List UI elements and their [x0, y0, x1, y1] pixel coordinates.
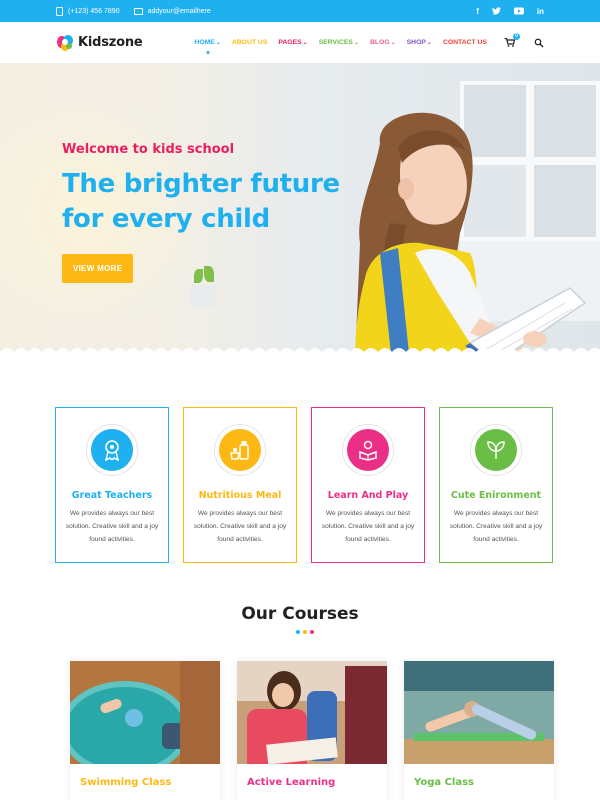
hero-title-line-2: for every child: [62, 204, 270, 234]
nav-home[interactable]: HOME⌄: [194, 39, 221, 54]
girl-reading-image: [355, 112, 587, 357]
hero-title: The brighter future for every child: [62, 167, 340, 237]
hero-text: Welcome to kids school The brighter futu…: [62, 142, 340, 283]
nav-pages-label: PAGES: [278, 39, 302, 46]
reading-child-icon: [347, 429, 389, 471]
facebook-icon[interactable]: f: [476, 7, 479, 16]
nav-blog[interactable]: BLOG⌄: [370, 39, 396, 46]
feature-card-nutritious-meal[interactable]: Nutritious Meal We provides always our b…: [183, 407, 297, 563]
nav-contact-label: CONTACT US: [442, 39, 487, 46]
nav-home-label: HOME: [194, 39, 215, 46]
active-learning-image: [237, 661, 387, 764]
view-more-button[interactable]: VIEW MORE: [62, 254, 134, 283]
feature-card-great-teachers[interactable]: Great Teachers We provides always our be…: [55, 407, 169, 563]
site-logo[interactable]: Kidszone: [56, 34, 143, 52]
nav-blog-label: BLOG: [369, 39, 390, 46]
course-name[interactable]: Yoga Class: [404, 764, 554, 800]
cart-count-badge: 0: [513, 33, 520, 40]
nav-services-label: SERVICES: [318, 39, 353, 46]
twitter-icon[interactable]: [491, 6, 501, 15]
nav-services[interactable]: SERVICES⌄: [319, 39, 359, 46]
main-nav: HOME⌄ ABOUT US PAGES⌄ SERVICES⌄ BLOG⌄ SH…: [194, 33, 544, 54]
award-ribbon-icon: [91, 429, 133, 471]
nav-about-label: ABOUT US: [231, 39, 268, 46]
active-indicator: [206, 51, 210, 54]
cart-button[interactable]: 0: [504, 33, 520, 47]
hero-title-line-1: The brighter future: [62, 169, 340, 199]
chevron-down-icon: ⌄: [302, 40, 308, 46]
feature-title: Learn And Play: [327, 490, 409, 501]
chevron-down-icon: ⌄: [426, 40, 432, 46]
email-contact[interactable]: addyour@emailhere: [133, 7, 211, 15]
course-name[interactable]: Active Learning: [237, 764, 387, 800]
leaf-icon: [475, 429, 517, 471]
course-name[interactable]: Swimming Class: [70, 764, 220, 800]
hero-banner: Welcome to kids school The brighter futu…: [0, 63, 600, 357]
phone-number: (+123) 456 7890: [68, 7, 120, 15]
nav-contact-us[interactable]: CONTACT US: [443, 39, 487, 46]
chevron-down-icon: ⌄: [353, 40, 359, 46]
wave-divider: [0, 348, 600, 358]
feature-card-cute-environment[interactable]: Cute Enironment We provides always our b…: [439, 407, 553, 563]
feature-description: We provides always our best solution. Cr…: [193, 510, 287, 543]
plant-image: [190, 285, 216, 307]
chevron-down-icon: ⌄: [390, 40, 396, 46]
social-links: f in: [476, 7, 544, 16]
phone-icon: [56, 6, 63, 16]
course-card-yoga[interactable]: Yoga Class: [404, 661, 554, 800]
courses-heading: Our Courses: [241, 604, 359, 624]
logo-text: Kidszone: [78, 35, 143, 50]
mail-icon: [133, 7, 143, 15]
cart-icon: [504, 37, 516, 47]
features-section: Great Teachers We provides always our be…: [55, 407, 553, 563]
feature-title: Cute Enironment: [450, 490, 542, 501]
feature-title: Great Teachers: [71, 490, 153, 501]
nav-shop[interactable]: SHOP⌄: [407, 39, 432, 46]
linkedin-icon[interactable]: in: [537, 7, 544, 16]
course-card-active-learning[interactable]: Active Learning: [237, 661, 387, 800]
main-header: Kidszone HOME⌄ ABOUT US PAGES⌄ SERVICES⌄…: [0, 22, 600, 63]
feature-description: We provides always our best solution. Cr…: [321, 510, 415, 543]
nav-about-us[interactable]: ABOUT US: [232, 39, 268, 46]
yoga-class-image: [404, 661, 554, 764]
email-address: addyour@emailhere: [147, 7, 211, 15]
feature-card-learn-and-play[interactable]: Learn And Play We provides always our be…: [311, 407, 425, 563]
youtube-icon[interactable]: [513, 6, 524, 15]
chevron-down-icon: ⌄: [215, 40, 221, 46]
logo-icon: [56, 34, 74, 52]
heading-dots: [296, 630, 314, 634]
top-bar: (+123) 456 7890 addyour@emailhere f in: [0, 0, 600, 22]
nav-pages[interactable]: PAGES⌄: [278, 39, 307, 46]
hero-subtitle: Welcome to kids school: [62, 142, 235, 157]
swimming-class-image: [70, 661, 220, 764]
feature-description: We provides always our best solution. Cr…: [65, 510, 159, 543]
feature-title: Nutritious Meal: [198, 490, 282, 501]
meal-bottle-icon: [219, 429, 261, 471]
feature-description: We provides always our best solution. Cr…: [449, 510, 543, 543]
nav-shop-label: SHOP: [406, 39, 426, 46]
course-card-swimming[interactable]: Swimming Class: [70, 661, 220, 800]
search-icon[interactable]: [534, 38, 544, 48]
phone-contact[interactable]: (+123) 456 7890: [56, 6, 120, 16]
